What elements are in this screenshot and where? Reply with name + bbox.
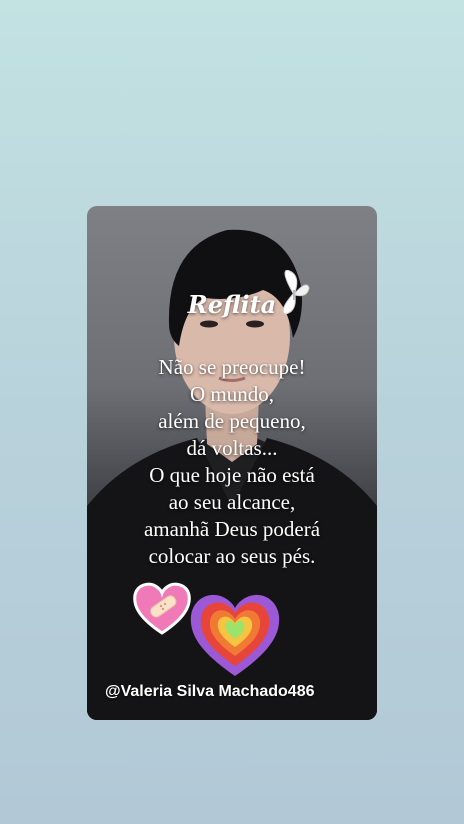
rainbow-heart-sticker <box>187 590 283 682</box>
author-signature: @Valeria Silva Machado486 <box>105 683 315 700</box>
message-line: colocar ao seus pés. <box>148 544 316 568</box>
message-line: amanhã Deus poderá <box>143 517 321 541</box>
message-line: dá voltas... <box>186 436 278 460</box>
post-title: Reflita <box>187 290 277 319</box>
message-line: O mundo, <box>190 382 274 406</box>
story-card: Reflita Não se preocupe! O mundo, além d… <box>87 206 377 720</box>
message-line: além de pequeno, <box>158 409 306 433</box>
message-line: O que hoje não está <box>149 463 315 487</box>
message-line: Não se preocupe! <box>158 355 306 379</box>
bandaged-heart-sticker <box>131 579 193 641</box>
message-line: ao seu alcance, <box>168 490 296 514</box>
message-text: Não se preocupe! O mundo, além de pequen… <box>87 354 377 570</box>
